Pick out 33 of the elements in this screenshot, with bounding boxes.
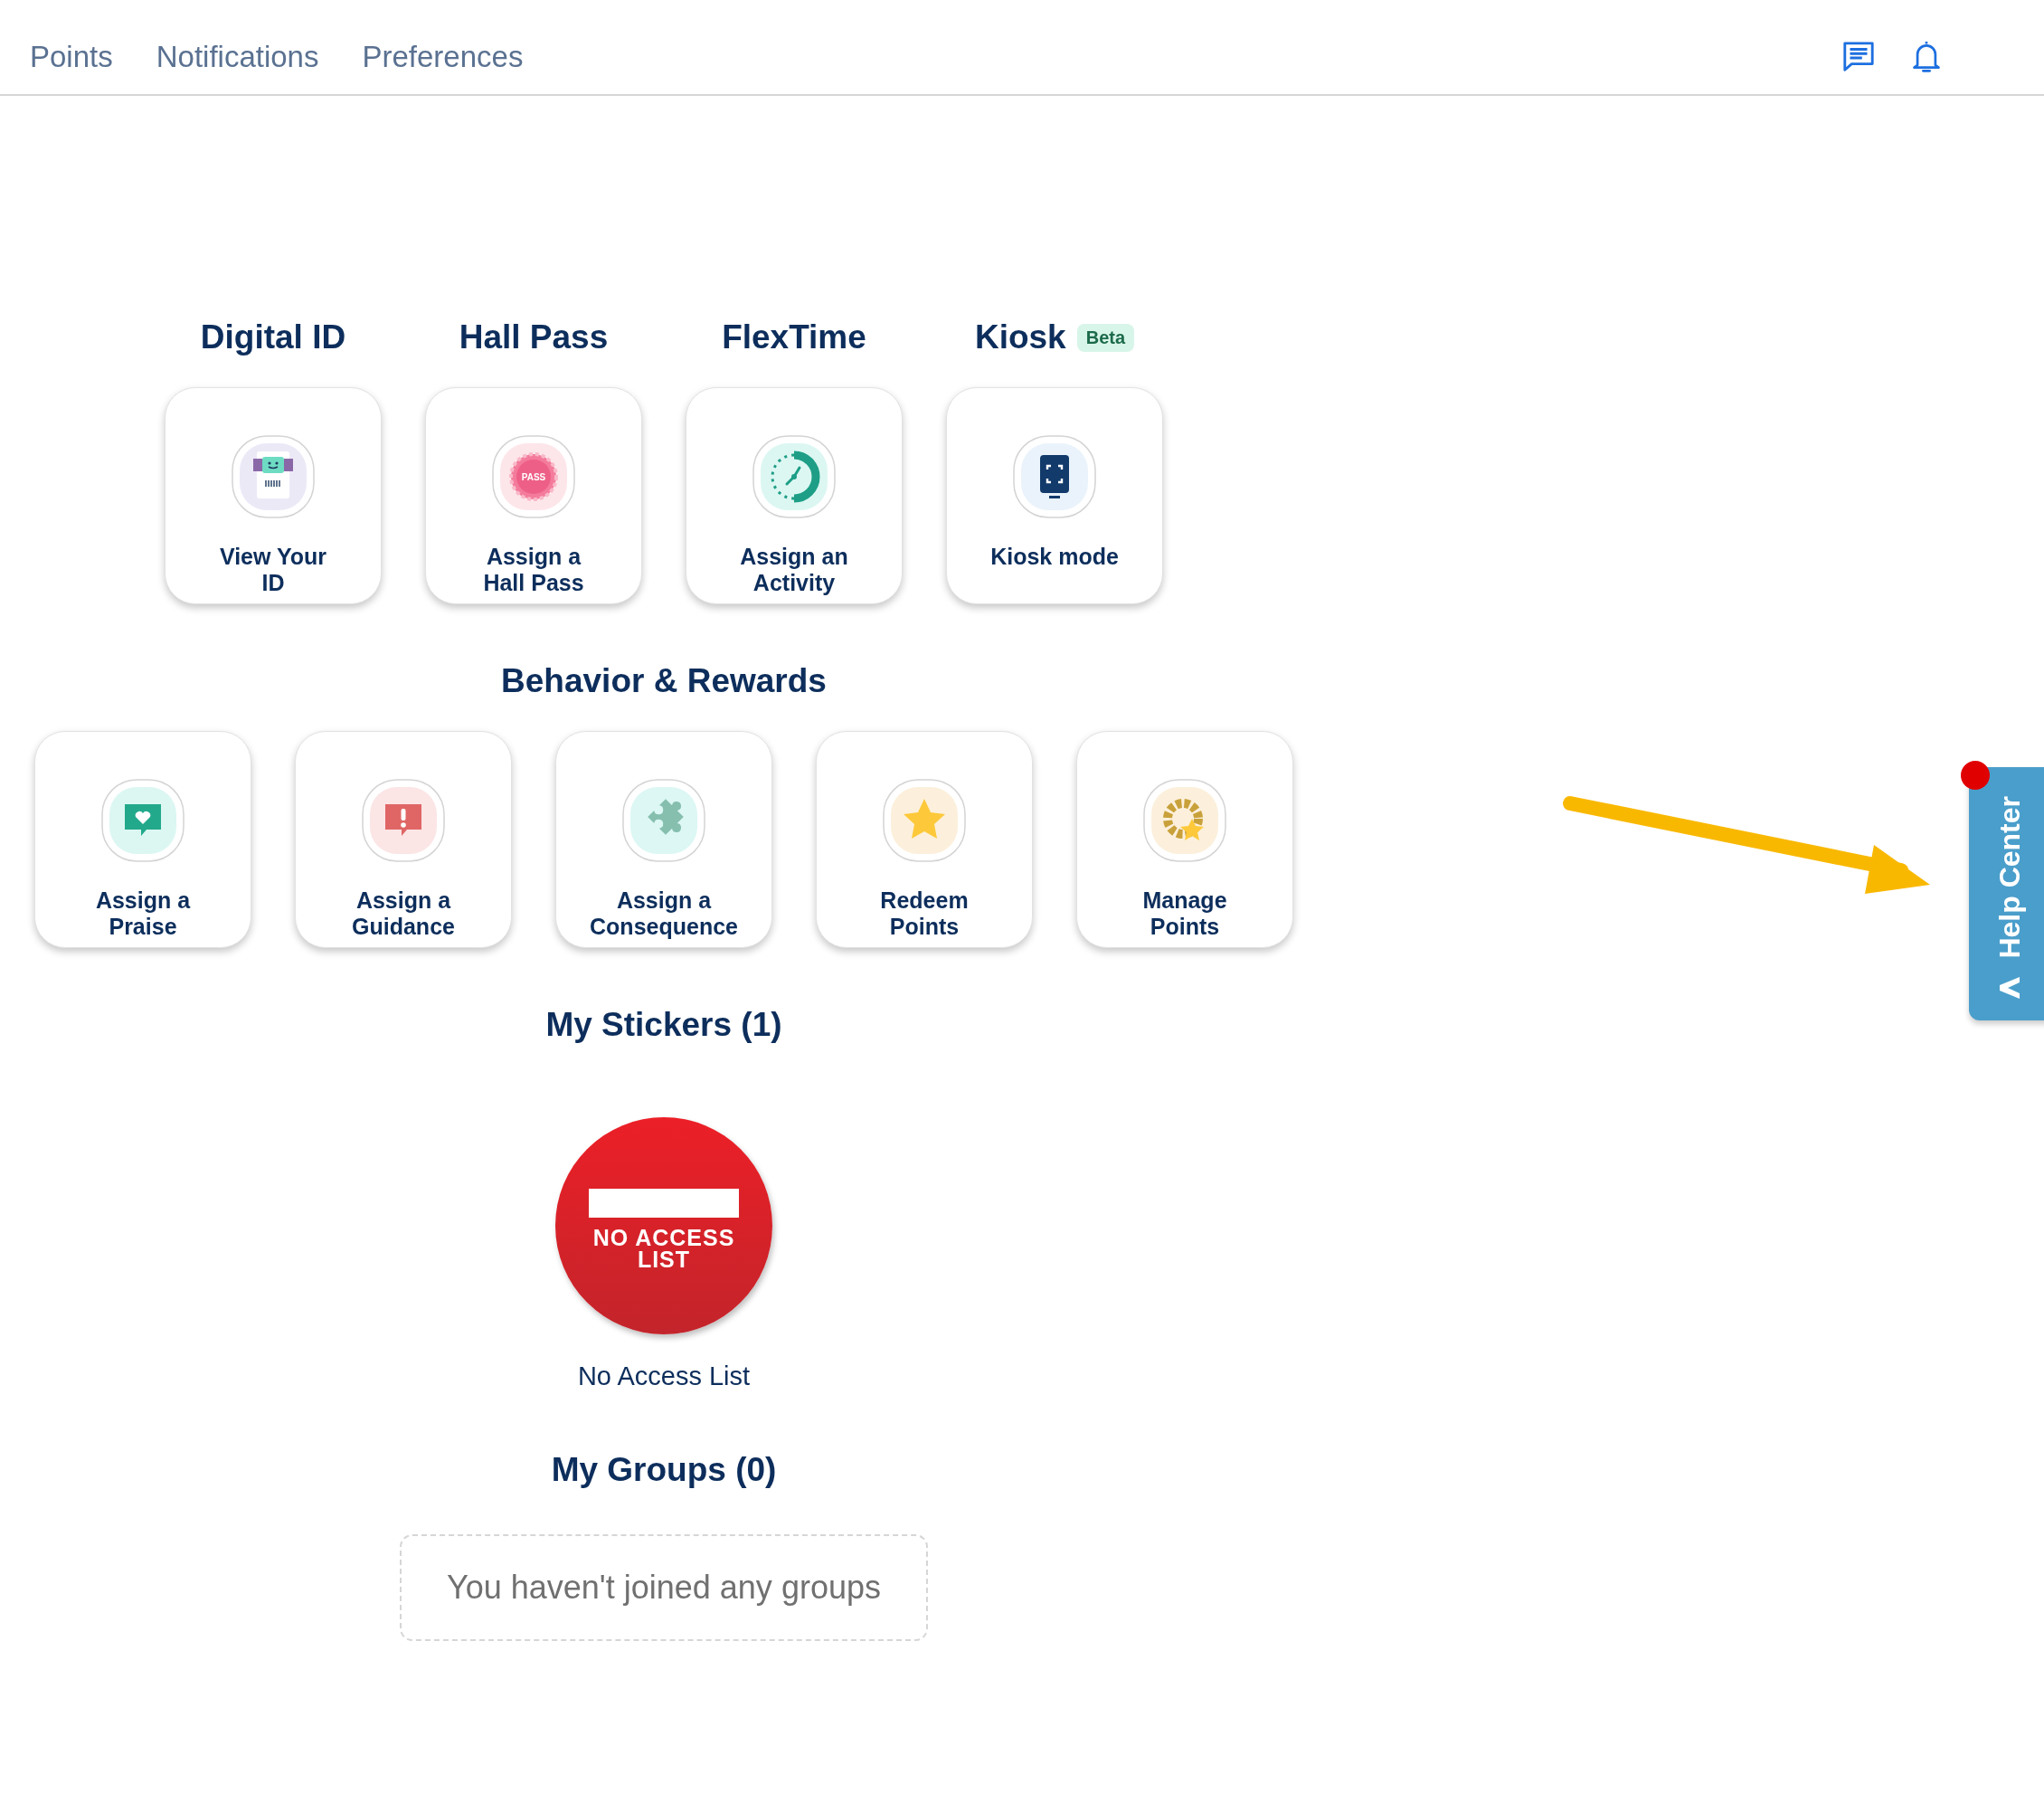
nav-tab[interactable]: Preferences [362,40,524,74]
section-heading: Kiosk [974,318,1066,356]
action-card[interactable]: Assign a Guidance [295,731,512,948]
section-heading: Digital ID [200,318,346,356]
notification-dot [1961,761,1990,790]
heart-bubble-icon [101,779,185,862]
empty-groups-message: You haven't joined any groups [400,1534,928,1641]
puzzle-icon [622,779,705,862]
clock-gear-icon [752,435,836,518]
action-card[interactable]: Assign a Consequence [555,731,772,948]
action-card[interactable]: Assign an Activity [686,387,903,604]
action-card[interactable]: View Your ID [165,387,382,604]
action-card[interactable]: Assign a Praise [34,731,251,948]
action-card[interactable]: Kiosk mode [946,387,1163,604]
beta-badge: Beta [1076,323,1135,352]
section-heading: My Groups (0) [551,1451,777,1489]
section-heading: Hall Pass [459,318,609,356]
action-card[interactable]: PASS Assign a Hall Pass [425,387,642,604]
pass-badge-icon: PASS [492,435,575,518]
nav-tab[interactable]: Notifications [156,40,319,74]
sticker-name: No Access List [577,1361,751,1391]
message-icon[interactable] [1841,40,1876,74]
nav-tab[interactable]: Points [30,40,113,74]
section-heading: FlexTime [722,318,866,356]
section-heading: My Stickers (1) [545,1006,782,1044]
action-card[interactable]: Manage Points [1076,731,1293,948]
chevron-icon [2000,977,2020,999]
exclamation-bubble-icon [362,779,445,862]
action-card[interactable]: Redeem Points [816,731,1033,948]
id-card-icon [232,435,315,518]
tablet-icon [1013,435,1096,518]
section-heading: Behavior & Rewards [501,662,827,700]
sticker: NO ACCESS LIST [555,1117,772,1334]
